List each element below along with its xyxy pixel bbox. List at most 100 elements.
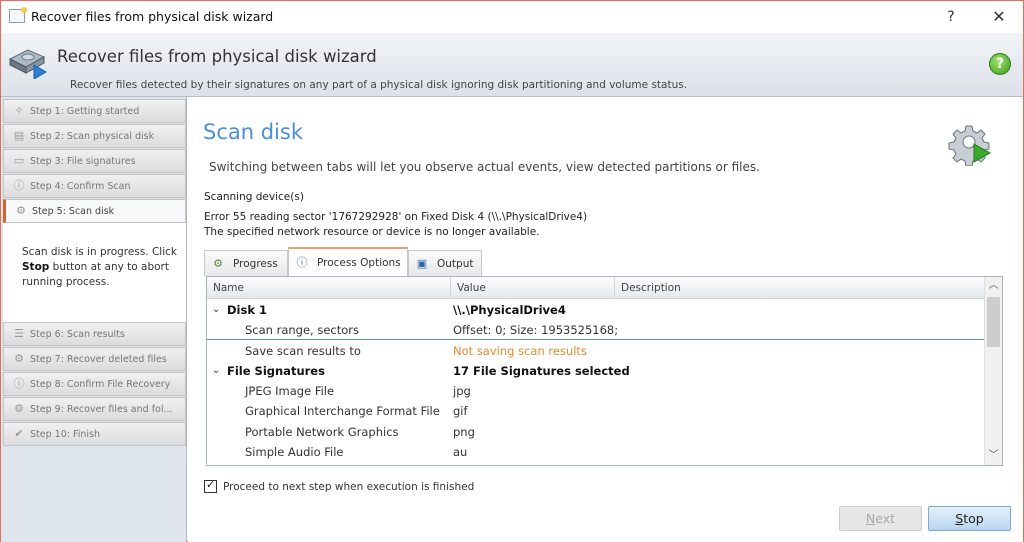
column-header-description[interactable]: Description [615, 277, 984, 299]
tab-label: Progress [233, 257, 278, 270]
sidebar-step-7: ⚙ Step 7: Recover deleted files [3, 347, 186, 371]
row-value: Offset: 0; Size: 1953525168; [453, 323, 619, 337]
sidebar-step-10: ✔ Step 10: Finish [3, 422, 186, 446]
grid-row-group[interactable]: ⌄ Disk 1 \\.\PhysicalDrive4 [207, 300, 984, 320]
column-header-name[interactable]: Name [207, 277, 451, 299]
sidebar-step-5-active: ⚙ Step 5: Scan disk [3, 199, 186, 223]
title-bar: Recover files from physical disk wizard … [1, 1, 1023, 33]
row-name: Simple Audio File [245, 445, 344, 459]
grid-row[interactable]: JPEG Image File jpg [207, 381, 984, 401]
row-value: \\.\PhysicalDrive4 [453, 303, 566, 317]
notepad-icon: ▣ [416, 256, 428, 270]
main-content: Scan disk Switching between tabs will le… [188, 98, 1023, 542]
grid-row[interactable]: Simple Audio File au [207, 442, 984, 462]
step-label: Step 9: Recover files and fol... [30, 403, 173, 415]
proceed-checkbox[interactable]: Proceed to next step when execution is f… [204, 478, 475, 493]
sidebar-step-9: ⚙ Step 9: Recover files and fol... [3, 397, 186, 421]
chevron-down-icon[interactable]: ⌄ [212, 361, 220, 381]
step-label: Step 7: Recover deleted files [30, 353, 167, 365]
step-description: Scan disk is in progress. Click Stop but… [22, 246, 177, 288]
wand-icon: ✧ [14, 104, 24, 117]
gear-icon: ⚙ [16, 204, 26, 217]
scroll-down-arrow-icon[interactable]: ﹀ [985, 447, 1002, 465]
gear-icon: ⚙ [213, 256, 223, 270]
column-header-value[interactable]: Value [451, 277, 615, 299]
chevron-down-icon[interactable]: ⌄ [212, 300, 220, 320]
row-name: Disk 1 [227, 303, 267, 317]
page-title: Scan disk [203, 120, 303, 144]
grid-header: Name Value Description [207, 277, 984, 299]
tab-output[interactable]: ▣ Output [408, 250, 482, 276]
scan-status: Scanning device(s) [204, 191, 304, 203]
gear-play-icon [948, 125, 992, 166]
scrollbar-thumb[interactable] [987, 297, 1000, 347]
scroll-up-arrow-icon[interactable]: ︿ [985, 277, 1002, 295]
tab-process-options[interactable]: ⓘ Process Options [288, 247, 408, 276]
sidebar-step-8: ⓘ Step 8: Confirm File Recovery [3, 372, 186, 396]
checkbox-checked-icon[interactable] [204, 478, 217, 493]
window-title: Recover files from physical disk wizard [31, 9, 274, 24]
close-button[interactable]: ✕ [979, 5, 1019, 29]
row-name: Scan range, sectors [245, 323, 360, 337]
info-icon: ⓘ [13, 179, 25, 192]
info-icon: ⓘ [13, 377, 25, 390]
info-icon: ⓘ [296, 255, 308, 269]
step-label: Step 1: Getting started [30, 105, 140, 117]
tab-label: Process Options [317, 256, 401, 269]
disk-icon: ▤ [13, 129, 25, 142]
sidebar-step-6: ☰ Step 6: Scan results [3, 322, 186, 346]
step-label: Step 3: File signatures [30, 155, 136, 167]
gear-icon: ⚙ [14, 352, 24, 365]
step-label: Step 6: Scan results [30, 328, 125, 340]
row-name: Graphical Interchange Format File [245, 404, 440, 418]
check-icon: ✔ [14, 427, 24, 440]
wizard-steps-sidebar: ✧ Step 1: Getting started ▤ Step 2: Scan… [1, 97, 187, 542]
row-value: jpg [453, 384, 471, 398]
help-button[interactable]: ? [931, 5, 971, 29]
row-value: au [453, 445, 468, 459]
tab-label: Output [437, 257, 474, 270]
step-label: Step 5: Scan disk [32, 205, 115, 217]
stop-emphasis: Stop [22, 261, 50, 273]
wizard-window: Recover files from physical disk wizard … [0, 0, 1024, 542]
page-subtitle: Switching between tabs will let you obse… [209, 160, 760, 174]
sidebar-step-4: ⓘ Step 4: Confirm Scan [3, 174, 186, 198]
sidebar-step-1: ✧ Step 1: Getting started [3, 99, 186, 123]
step-description-panel: Scan disk is in progress. Click Stop but… [3, 223, 186, 323]
disk-recovery-icon [8, 49, 47, 79]
list-icon: ☰ [14, 327, 24, 340]
header-subtitle: Recover files detected by their signatur… [70, 79, 688, 91]
step-label: Step 2: Scan physical disk [30, 130, 155, 142]
row-name: Portable Network Graphics [245, 425, 399, 439]
grid-row[interactable]: Portable Network Graphics png [207, 422, 984, 442]
stop-button[interactable]: Stop [928, 506, 1011, 531]
gear-icon: ⚙ [14, 402, 24, 415]
tab-progress[interactable]: ⚙ Progress [204, 250, 288, 276]
row-value: Not saving scan results [453, 344, 587, 358]
file-icon: ▭ [13, 154, 25, 167]
step-label: Step 10: Finish [30, 428, 101, 440]
proceed-checkbox-label: Proceed to next step when execution is f… [223, 480, 475, 493]
process-options-grid: Name Value Description ⌄ Disk 1 \\.\Phys… [206, 276, 1003, 466]
wizard-header: Recover files from physical disk wizard … [1, 33, 1023, 97]
next-button-disabled[interactable]: Next [839, 506, 922, 531]
error-detail: The specified network resource or device… [204, 226, 540, 238]
row-value: gif [453, 404, 468, 418]
vertical-scrollbar[interactable]: ︿ ﹀ [984, 277, 1002, 465]
error-message: Error 55 reading sector '1767292928' on … [204, 211, 588, 223]
grid-row[interactable]: Save scan results to Not saving scan res… [207, 341, 984, 361]
sidebar-step-3: ▭ Step 3: File signatures [3, 149, 186, 173]
header-title: Recover files from physical disk wizard [57, 47, 377, 66]
help-icon[interactable]: ? [989, 53, 1011, 75]
grid-row[interactable]: Scan range, sectors Offset: 0; Size: 195… [207, 320, 984, 340]
step-label: Step 4: Confirm Scan [30, 180, 131, 192]
row-name: Save scan results to [245, 344, 361, 358]
step-label: Step 8: Confirm File Recovery [30, 378, 171, 390]
grid-row-group[interactable]: ⌄ File Signatures 17 File Signatures sel… [207, 361, 984, 381]
row-name: File Signatures [227, 364, 325, 378]
sidebar-step-2: ▤ Step 2: Scan physical disk [3, 124, 186, 148]
app-icon [9, 7, 27, 23]
row-value: 17 File Signatures selected [453, 364, 630, 378]
row-name: JPEG Image File [245, 384, 335, 398]
grid-row[interactable]: Graphical Interchange Format File gif [207, 401, 984, 421]
